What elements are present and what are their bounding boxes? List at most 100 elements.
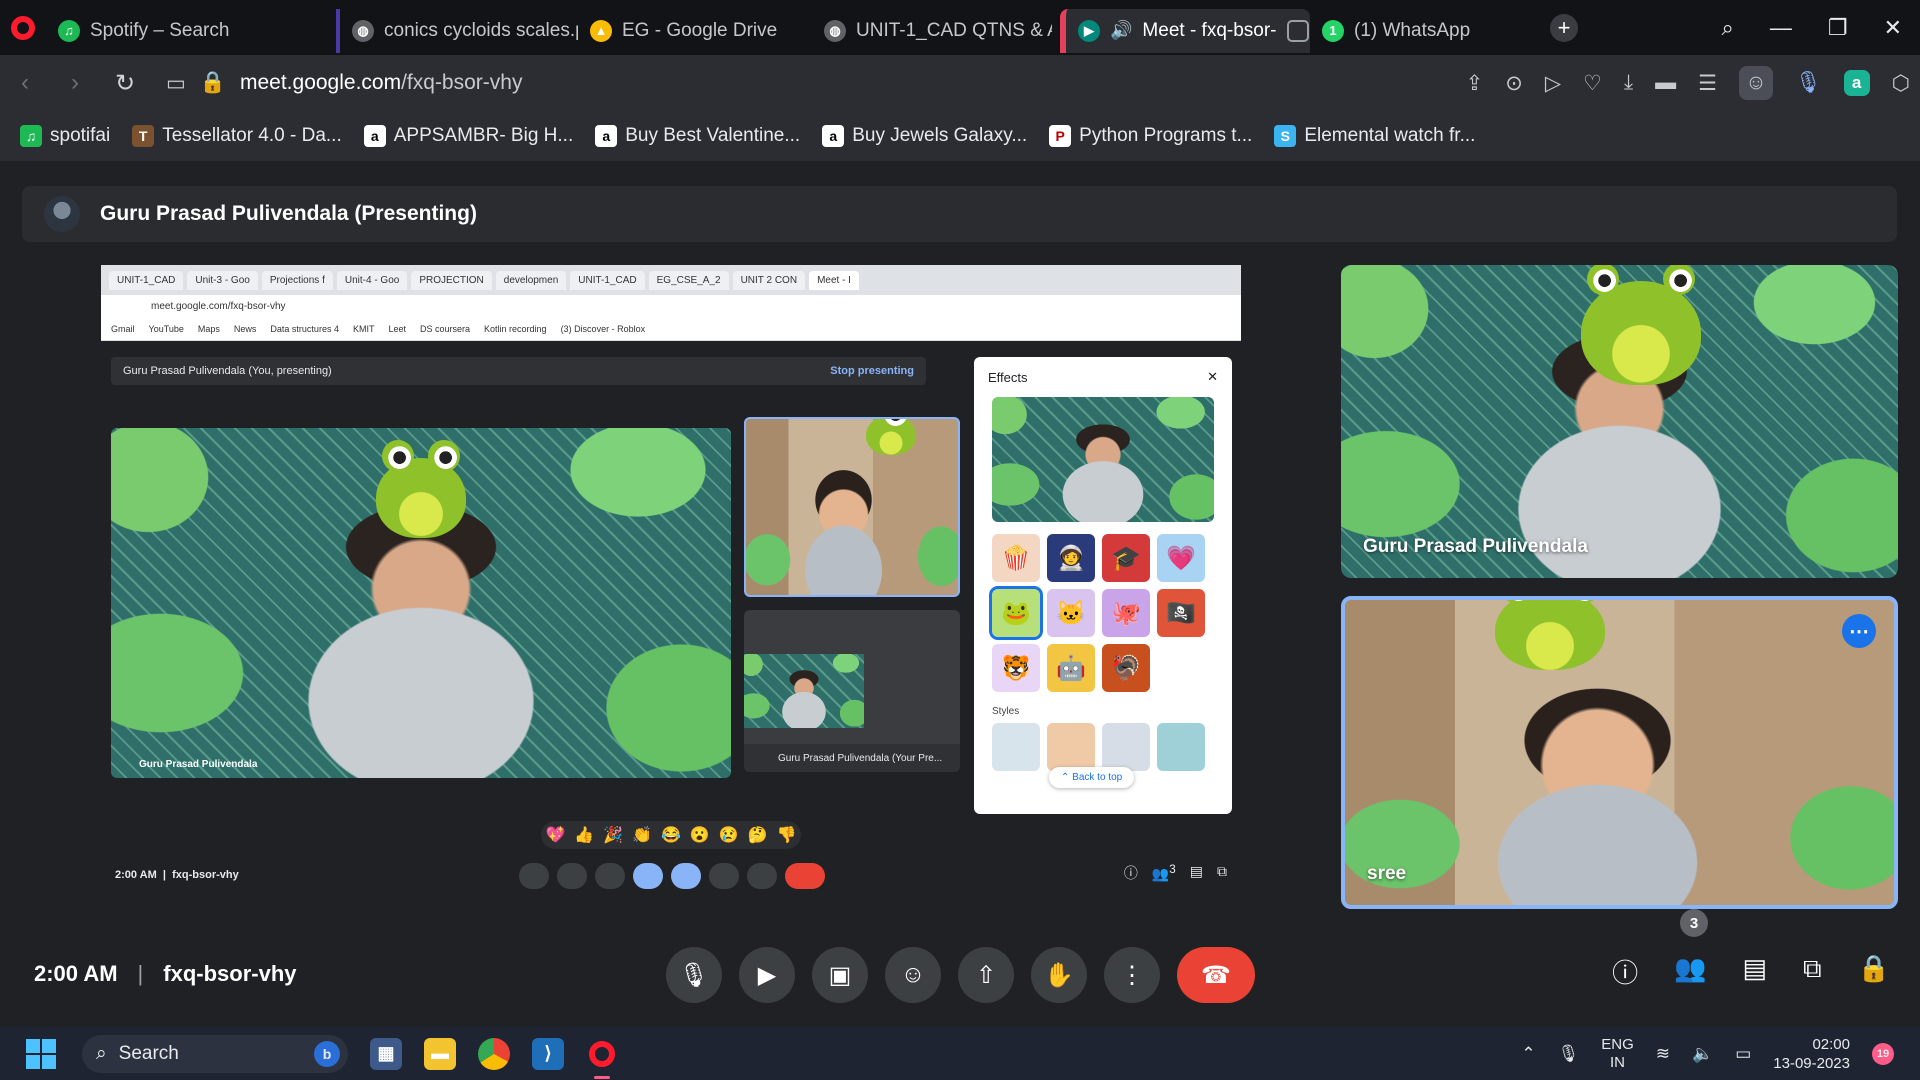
volume-icon[interactable]: 🔈 [1692,1044,1713,1064]
minimize-button[interactable]: — [1770,15,1792,41]
tab-spotify[interactable]: ♫ Spotify – Search [46,9,292,53]
search-tabs-icon[interactable]: ⌕ [1722,15,1734,41]
clock[interactable]: 02:00 13-09-2023 [1773,1035,1850,1073]
info-icon[interactable]: ⓘ [1612,953,1638,990]
chat-icon[interactable]: ▤ [1742,953,1767,990]
effect-robot-icon[interactable]: 🤖 [1047,644,1095,692]
back-to-top-button[interactable]: ⌃ Back to top [1049,767,1135,788]
calculator-icon[interactable]: ▦ [370,1037,402,1070]
opera-icon[interactable] [586,1038,618,1079]
effects-panel[interactable]: Effects ✕ 🍿 🧑‍🚀 🎓 💗 🐸 🐱 🐙 🏴‍☠️ 🐯 🤖 🦃 Styl… [974,357,1232,814]
camera-button[interactable]: ▶ [739,947,795,1003]
vscode-icon[interactable]: ⟩ [532,1037,564,1070]
shared-present-text: Guru Prasad Pulivendala (You, presenting… [123,365,332,377]
easy-setup-icon[interactable]: ☰ [1698,71,1717,96]
language-indicator[interactable]: ENG IN [1601,1036,1634,1072]
chrome-icon[interactable] [478,1037,510,1070]
opera-logo-icon[interactable] [0,0,46,55]
picture-in-picture-icon[interactable] [1286,19,1309,42]
tab-conics[interactable]: ◍ conics cycloids scales.p [336,8,578,53]
bookmark-elemental[interactable]: S Elemental watch fr... [1274,125,1475,147]
shared-controls: 2:00 AM | fxq-bsor-vhy ⓘ 👥3 ▤ ⧉ [101,855,1241,895]
effect-popcorn-icon[interactable]: 🍿 [992,534,1040,582]
shared-bookmark: News [233,323,257,334]
host-controls-icon[interactable]: 🔒 [1858,953,1890,990]
style-thumbnail[interactable] [1157,723,1205,771]
more-options-button[interactable]: ⋮ [1104,947,1160,1003]
amazon-icon: a [363,125,386,147]
mic-icon[interactable]: 🎙 [1558,1044,1580,1064]
participant-tile-guru[interactable]: Guru Prasad Pulivendala [1341,265,1898,578]
reload-button[interactable]: ↻ [100,69,150,98]
bookmark-python[interactable]: P Python Programs t... [1049,125,1252,147]
more-options-icon[interactable]: ⋯ [1842,614,1876,648]
effect-tiger-icon[interactable]: 🐯 [992,644,1040,692]
style-thumbnail[interactable] [992,723,1040,771]
profile-icon[interactable]: ☺ [1738,66,1773,100]
participant-tile-sree[interactable]: ⋯ sree [1341,596,1898,909]
tab-google-drive[interactable]: ▲ EG - Google Drive [578,9,812,53]
wifi-icon[interactable]: ≋ [1656,1044,1670,1064]
address-bar: ‹ › ↻ ▭ 🔒 meet.google.com/fxq-bsor-vhy ⇪… [0,55,1920,111]
windows-start-icon[interactable] [26,1038,56,1069]
bookmark-valentine[interactable]: a Buy Best Valentine... [595,125,800,147]
effect-octopus-icon[interactable]: 🐙 [1102,589,1150,637]
style-thumbnail[interactable] [1102,723,1150,771]
lock-icon[interactable]: 🔒 [200,71,226,95]
back-button[interactable]: ‹ [0,69,50,97]
mic-icon[interactable]: 🎙 [1795,71,1822,95]
activities-icon[interactable]: ⧉ [1803,953,1822,990]
effect-pirate-icon[interactable]: 🏴‍☠️ [1157,589,1205,637]
reaction-emoji: 🤔 [747,827,768,844]
notification-badge[interactable]: 19 [1872,1042,1894,1065]
browser-tab-strip: ♫ Spotify – Search ◍ conics cycloids sca… [0,0,1920,55]
effect-graduation-icon[interactable]: 🎓 [1102,534,1150,582]
effect-heart-icon[interactable]: 💗 [1157,534,1205,582]
style-thumbnail[interactable] [1047,723,1095,771]
chevron-up-icon[interactable]: ⌃ [1521,1044,1535,1064]
flow-send-icon[interactable]: ▷ [1545,71,1561,96]
present-button[interactable]: ⇧ [958,947,1014,1003]
taskbar-search[interactable]: ⌕ Search b [82,1034,348,1073]
tab-label: (1) WhatsApp [1354,19,1471,41]
aria-icon[interactable]: a [1843,70,1870,96]
end-call-button[interactable]: ☎ [1177,947,1255,1003]
lang-region: IN [1610,1053,1626,1071]
shared-mic-icon [519,863,549,889]
new-tab-button[interactable]: + [1550,13,1578,42]
bing-icon[interactable]: b [314,1040,340,1067]
effect-turkey-icon[interactable]: 🦃 [1102,644,1150,692]
captions-button[interactable]: ▣ [812,947,868,1003]
tab-meet[interactable]: ▶ 🔊 Meet - fxq-bsor- [1060,8,1310,53]
people-icon[interactable]: 👥 3 [1674,909,1709,990]
battery-icon[interactable]: ▭ [1735,1044,1751,1064]
close-window-button[interactable]: ✕ [1884,15,1902,41]
share-icon[interactable]: ⇪ [1466,71,1484,96]
reactions-button[interactable]: ☺ [885,947,941,1003]
heart-icon[interactable]: ♡ [1583,71,1602,96]
effect-cat-icon[interactable]: 🐱 [1047,589,1095,637]
download-icon[interactable]: ⤓ [1624,71,1633,95]
bookmark-jewels[interactable]: a Buy Jewels Galaxy... [822,125,1027,147]
maximize-button[interactable]: ❐ [1828,15,1848,41]
tab-label: conics cycloids scales.p [384,19,578,41]
tab-unit1-cad[interactable]: ◍ UNIT-1_CAD QTNS & A [812,9,1052,53]
microphone-button[interactable]: 🎙 [666,947,722,1003]
snapshot-icon[interactable]: ⊙ [1505,71,1523,96]
url-field[interactable]: ▭ 🔒 meet.google.com/fxq-bsor-vhy [166,71,522,96]
camera-site-icon[interactable]: ▭ [166,71,186,96]
tab-whatsapp[interactable]: 1 (1) WhatsApp [1310,9,1536,53]
bookmark-spotifai[interactable]: ♫ spotifai [20,125,110,147]
battery-saver-icon[interactable]: ▬ [1655,71,1676,95]
bookmark-tessellator[interactable]: T Tessellator 4.0 - Da... [132,125,342,147]
file-explorer-icon[interactable]: ▬ [424,1037,456,1070]
bookmark-appsambr[interactable]: a APPSAMBR- Big H... [363,125,573,147]
shared-screen[interactable]: UNIT-1_CAD Unit-3 - Goo Projections f Un… [101,265,1241,895]
effect-astronaut-icon[interactable]: 🧑‍🚀 [1047,534,1095,582]
effect-frog-icon[interactable]: 🐸 [989,586,1043,640]
forward-button[interactable]: › [50,69,100,97]
extensions-icon[interactable]: ⬡ [1892,71,1910,96]
raise-hand-button[interactable]: ✋ [1031,947,1087,1003]
close-icon[interactable]: ✕ [1207,369,1218,385]
reaction-emoji: 👍 [574,827,595,844]
